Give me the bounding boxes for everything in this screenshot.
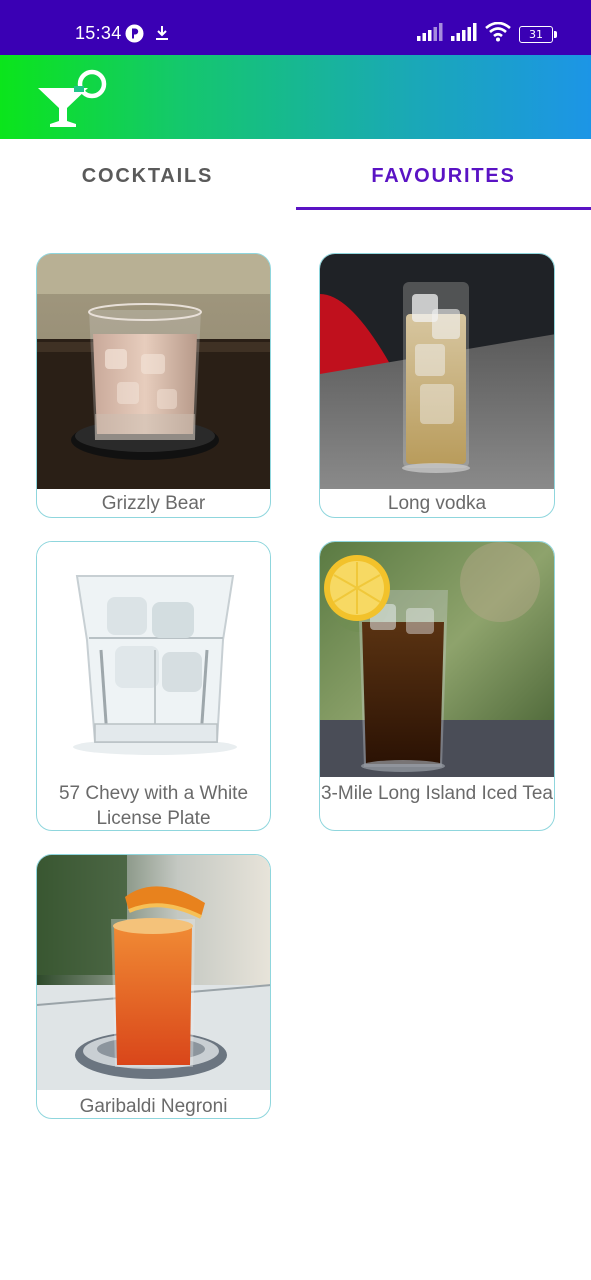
cocktail-card[interactable]: 3-Mile Long Island Iced Tea <box>319 541 555 831</box>
cocktail-card[interactable]: Grizzly Bear <box>36 253 271 518</box>
cocktail-name: Grizzly Bear <box>101 493 206 514</box>
cocktail-card[interactable]: 57 Chevy with a White License Plate <box>36 541 271 831</box>
cocktail-image <box>37 254 270 489</box>
battery-icon: 31 <box>519 25 557 43</box>
status-time: 15:34 <box>75 23 122 43</box>
battery-level: 31 <box>529 27 543 41</box>
cocktail-name: 57 Chevy with a White License Plate <box>58 783 249 829</box>
cocktail-name: Long vodka <box>387 493 487 514</box>
cocktail-name: Garibaldi Negroni <box>79 1096 228 1117</box>
download-icon <box>154 24 170 47</box>
app-notification-icon <box>125 24 144 48</box>
cocktail-name: 3-Mile Long Island Iced Tea <box>320 783 554 804</box>
app-bar <box>0 55 591 139</box>
cocktail-image <box>320 542 554 777</box>
tab-selected-indicator <box>296 207 591 210</box>
cocktail-glass-icon <box>36 66 108 135</box>
cocktail-card[interactable]: Garibaldi Negroni <box>36 854 271 1119</box>
cocktail-card[interactable]: Long vodka <box>319 253 555 518</box>
tab-bar: COCKTAILS FAVOURITES <box>0 139 591 211</box>
status-bar: 15:34 31 <box>0 0 591 55</box>
signal-icon <box>451 22 477 46</box>
cocktail-image <box>37 542 270 776</box>
wifi-icon <box>485 21 511 47</box>
signal-icon <box>417 22 443 46</box>
tab-favourites[interactable]: FAVOURITES <box>296 139 591 211</box>
cocktail-image <box>320 254 554 489</box>
cocktail-image <box>37 855 270 1090</box>
tab-cocktails[interactable]: COCKTAILS <box>0 139 295 211</box>
